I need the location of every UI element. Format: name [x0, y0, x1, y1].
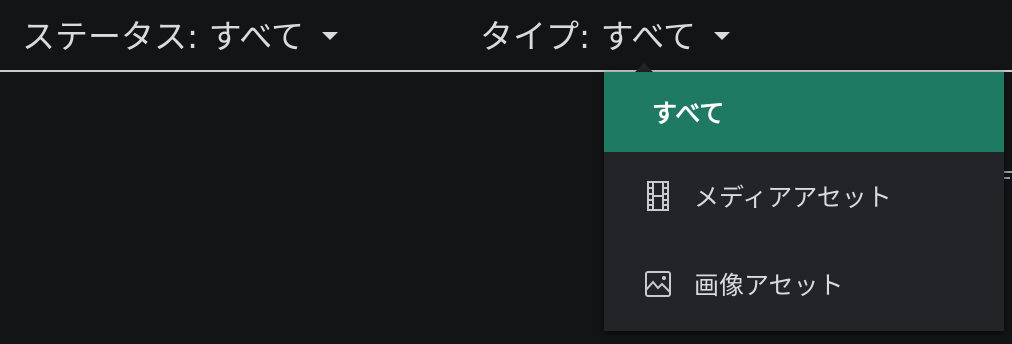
type-filter-label: タイプ: すべて — [480, 17, 696, 56]
menu-item-label: 画像アセット — [694, 271, 844, 300]
menu-item-label: メディアアセット — [694, 183, 892, 212]
menu-item-label: すべて — [652, 99, 725, 128]
caret-down-icon — [321, 32, 338, 40]
status-filter-dropdown[interactable]: ステータス: すべて — [22, 10, 338, 58]
menu-item-image-assets[interactable]: 画像アセット — [604, 240, 1004, 328]
type-filter-menu: すべて メディアアセット 画像アセット — [604, 72, 1004, 331]
menu-item-all[interactable]: すべて — [604, 72, 1004, 152]
menu-item-media-assets[interactable]: メディアアセット — [604, 152, 1004, 240]
filter-bar: ステータス: すべて タイプ: すべて — [0, 0, 1012, 72]
image-icon — [644, 267, 672, 301]
status-filter-label: ステータス: すべて — [22, 17, 304, 56]
type-filter-dropdown[interactable]: タイプ: すべて — [480, 10, 730, 58]
caret-down-icon — [713, 32, 730, 40]
film-icon — [644, 179, 672, 213]
